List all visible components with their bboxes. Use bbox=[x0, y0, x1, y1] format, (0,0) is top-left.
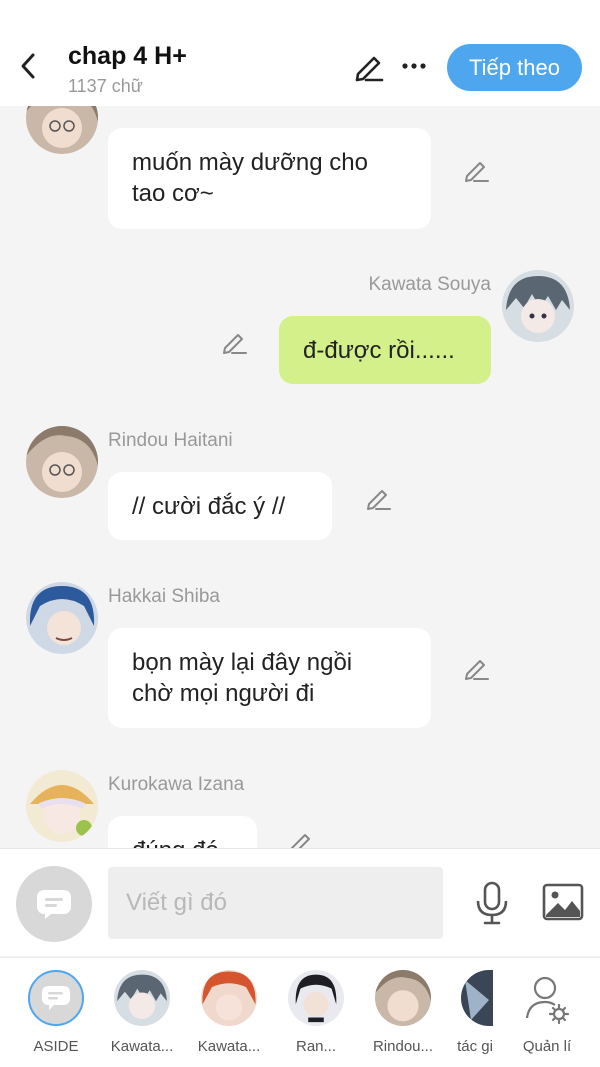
chevron-left-icon bbox=[21, 53, 35, 79]
chat-area[interactable]: muốn mày dưỡng cho tao cơ~ Kawata Souya … bbox=[0, 106, 600, 848]
avatar bbox=[461, 970, 493, 1026]
character-item[interactable]: Kawata... bbox=[187, 970, 271, 1060]
pencil-icon bbox=[465, 162, 489, 182]
message-bubble[interactable]: // cười đắc ý // bbox=[108, 472, 332, 540]
avatar bbox=[288, 970, 344, 1026]
image-icon bbox=[542, 883, 584, 921]
message-text: bọn mày lại đây ngồi chờ mọi người đi bbox=[132, 649, 353, 707]
character-item[interactable]: Ran... bbox=[274, 970, 358, 1060]
manage-characters-button[interactable]: Quản lí bbox=[505, 970, 589, 1060]
more-button[interactable] bbox=[398, 50, 430, 82]
word-count: 1137 chữ bbox=[68, 76, 143, 96]
character-aside[interactable]: ASIDE bbox=[14, 970, 98, 1060]
avatar bbox=[375, 970, 431, 1026]
character-label: Kawata... bbox=[197, 1038, 261, 1055]
chat-bubble-icon bbox=[37, 890, 71, 919]
avatar[interactable] bbox=[26, 426, 98, 498]
message-text: đúng đó bbox=[132, 837, 219, 848]
sender-name: Hakkai Shiba bbox=[108, 586, 220, 607]
edit-message-button[interactable] bbox=[462, 654, 490, 682]
microphone-icon bbox=[476, 881, 508, 925]
sender-name: Kawata Souya bbox=[368, 274, 491, 295]
pencil-icon bbox=[223, 334, 247, 354]
message-input[interactable] bbox=[108, 867, 443, 939]
character-label: ASIDE bbox=[33, 1038, 79, 1055]
edit-title-button[interactable] bbox=[352, 50, 386, 84]
message-text: muốn mày dưỡng cho tao cơ~ bbox=[132, 149, 368, 207]
message-text: đ-được rồi...... bbox=[303, 337, 455, 364]
aside-toggle-button[interactable] bbox=[16, 866, 92, 942]
avatar[interactable] bbox=[26, 770, 98, 842]
sender-name: Kurokawa Izana bbox=[108, 774, 245, 795]
pencil-icon bbox=[465, 660, 489, 680]
pencil-icon bbox=[367, 490, 391, 510]
message-bubble[interactable]: đ-được rồi...... bbox=[279, 316, 491, 384]
edit-message-button[interactable] bbox=[462, 156, 490, 184]
composer-bar bbox=[0, 848, 600, 956]
character-label: Kawata... bbox=[110, 1038, 174, 1055]
message-bubble[interactable]: bọn mày lại đây ngồi chờ mọi người đi bbox=[108, 628, 431, 728]
chat-bubble-icon bbox=[28, 970, 84, 1026]
message-bubble[interactable]: muốn mày dưỡng cho tao cơ~ bbox=[108, 128, 431, 229]
back-button[interactable] bbox=[12, 48, 44, 84]
voice-input-button[interactable] bbox=[474, 881, 510, 925]
message-bubble[interactable]: đúng đó bbox=[108, 816, 257, 848]
edit-message-button[interactable] bbox=[287, 828, 315, 848]
avatar[interactable] bbox=[26, 582, 98, 654]
avatar[interactable] bbox=[26, 106, 98, 154]
character-label: Quản lí bbox=[522, 1038, 572, 1055]
avatar[interactable] bbox=[502, 270, 574, 342]
character-item[interactable]: Kawata... bbox=[100, 970, 184, 1060]
next-button[interactable]: Tiếp theo bbox=[447, 44, 582, 91]
more-horizontal-icon bbox=[402, 63, 426, 69]
avatar bbox=[114, 970, 170, 1026]
edit-message-button[interactable] bbox=[220, 328, 248, 356]
edit-message-button[interactable] bbox=[364, 484, 392, 512]
avatar bbox=[201, 970, 257, 1026]
character-label: Ran... bbox=[295, 1038, 337, 1055]
pencil-icon bbox=[355, 56, 384, 82]
top-header: chap 4 H+ 1137 chữ Tiếp theo bbox=[0, 0, 600, 106]
sender-name: Rindou Haitani bbox=[108, 430, 233, 451]
pencil-icon bbox=[290, 834, 310, 848]
image-upload-button[interactable] bbox=[542, 883, 584, 921]
message-text: // cười đắc ý // bbox=[132, 493, 286, 520]
character-selector: ASIDE Kawata... Kawata... Ran... Rindou.… bbox=[0, 957, 600, 1067]
user-settings-icon bbox=[519, 970, 575, 1026]
chapter-title: chap 4 H+ bbox=[68, 42, 187, 70]
